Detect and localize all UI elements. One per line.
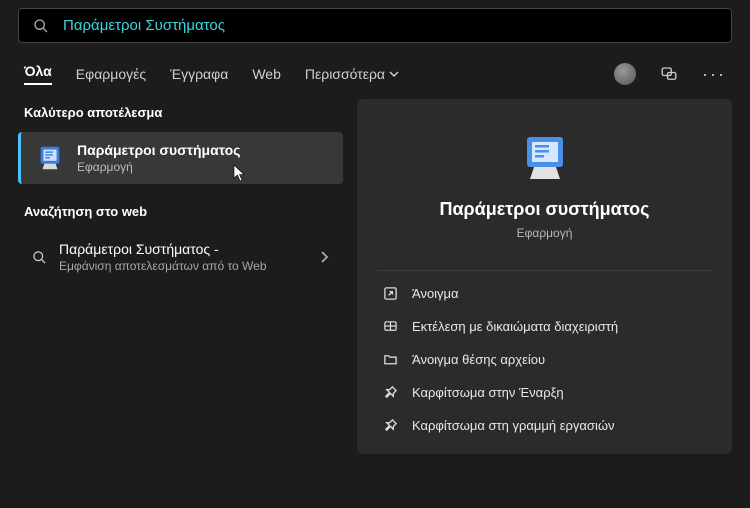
pin-icon <box>383 418 398 433</box>
search-icon <box>32 250 47 265</box>
tab-apps[interactable]: Εφαρμογές <box>76 66 146 82</box>
tab-all[interactable]: Όλα <box>24 63 52 85</box>
action-pin-taskbar[interactable]: Καρφίτσωμα στη γραμμή εργασιών <box>357 409 732 442</box>
tab-docs[interactable]: Έγγραφα <box>170 66 228 82</box>
search-bar[interactable] <box>18 8 732 43</box>
tab-more-label: Περισσότερα <box>305 66 385 82</box>
best-match-heading: Καλύτερο αποτέλεσμα <box>24 105 337 120</box>
action-open-label: Άνοιγμα <box>412 286 459 301</box>
web-search-heading: Αναζήτηση στο web <box>24 204 337 219</box>
chevron-down-icon <box>389 69 399 79</box>
detail-title: Παράμετροι συστήματος <box>357 199 732 220</box>
detail-panel: Παράμετροι συστήματος Εφαρμογή Άνοιγμα Ε… <box>357 99 732 454</box>
chevron-right-icon <box>319 250 329 264</box>
action-pin-start-label: Καρφίτσωμα στην Έναρξη <box>412 385 564 400</box>
web-search-item[interactable]: Παράμετροι Συστήματος - Εμφάνιση αποτελε… <box>18 231 343 283</box>
action-open[interactable]: Άνοιγμα <box>357 277 732 310</box>
divider <box>377 270 712 271</box>
search-input[interactable] <box>63 17 717 34</box>
action-pin-start[interactable]: Καρφίτσωμα στην Έναρξη <box>357 376 732 409</box>
more-options-button[interactable]: ··· <box>702 64 726 85</box>
shield-icon <box>383 319 398 334</box>
action-location-label: Άνοιγμα θέσης αρχείου <box>412 352 545 367</box>
cursor-icon <box>233 164 247 182</box>
system-config-icon-large <box>518 131 572 185</box>
web-item-title: Παράμετροι Συστήματος - <box>59 241 319 257</box>
search-icon <box>33 18 49 34</box>
tab-more[interactable]: Περισσότερα <box>305 66 399 82</box>
folder-icon <box>383 352 398 367</box>
chat-icon[interactable] <box>660 65 678 83</box>
web-item-subtitle: Εμφάνιση αποτελεσμάτων από το Web <box>59 259 319 273</box>
open-icon <box>383 286 398 301</box>
action-open-location[interactable]: Άνοιγμα θέσης αρχείου <box>357 343 732 376</box>
system-config-icon <box>35 143 65 173</box>
detail-subtitle: Εφαρμογή <box>357 226 732 240</box>
pin-icon <box>383 385 398 400</box>
tabs-row: Όλα Εφαρμογές Έγγραφα Web Περισσότερα ··… <box>0 43 750 99</box>
results-panel: Καλύτερο αποτέλεσμα Παράμετροι συστήματο… <box>18 99 343 454</box>
action-admin-label: Εκτέλεση με δικαιώματα διαχειριστή <box>412 319 618 334</box>
best-match-title: Παράμετροι συστήματος <box>77 142 329 158</box>
action-run-admin[interactable]: Εκτέλεση με δικαιώματα διαχειριστή <box>357 310 732 343</box>
tab-web[interactable]: Web <box>252 66 281 82</box>
best-match-item[interactable]: Παράμετροι συστήματος Εφαρμογή <box>18 132 343 184</box>
user-avatar[interactable] <box>614 63 636 85</box>
best-match-subtitle: Εφαρμογή <box>77 160 329 174</box>
action-pin-taskbar-label: Καρφίτσωμα στη γραμμή εργασιών <box>412 418 614 433</box>
